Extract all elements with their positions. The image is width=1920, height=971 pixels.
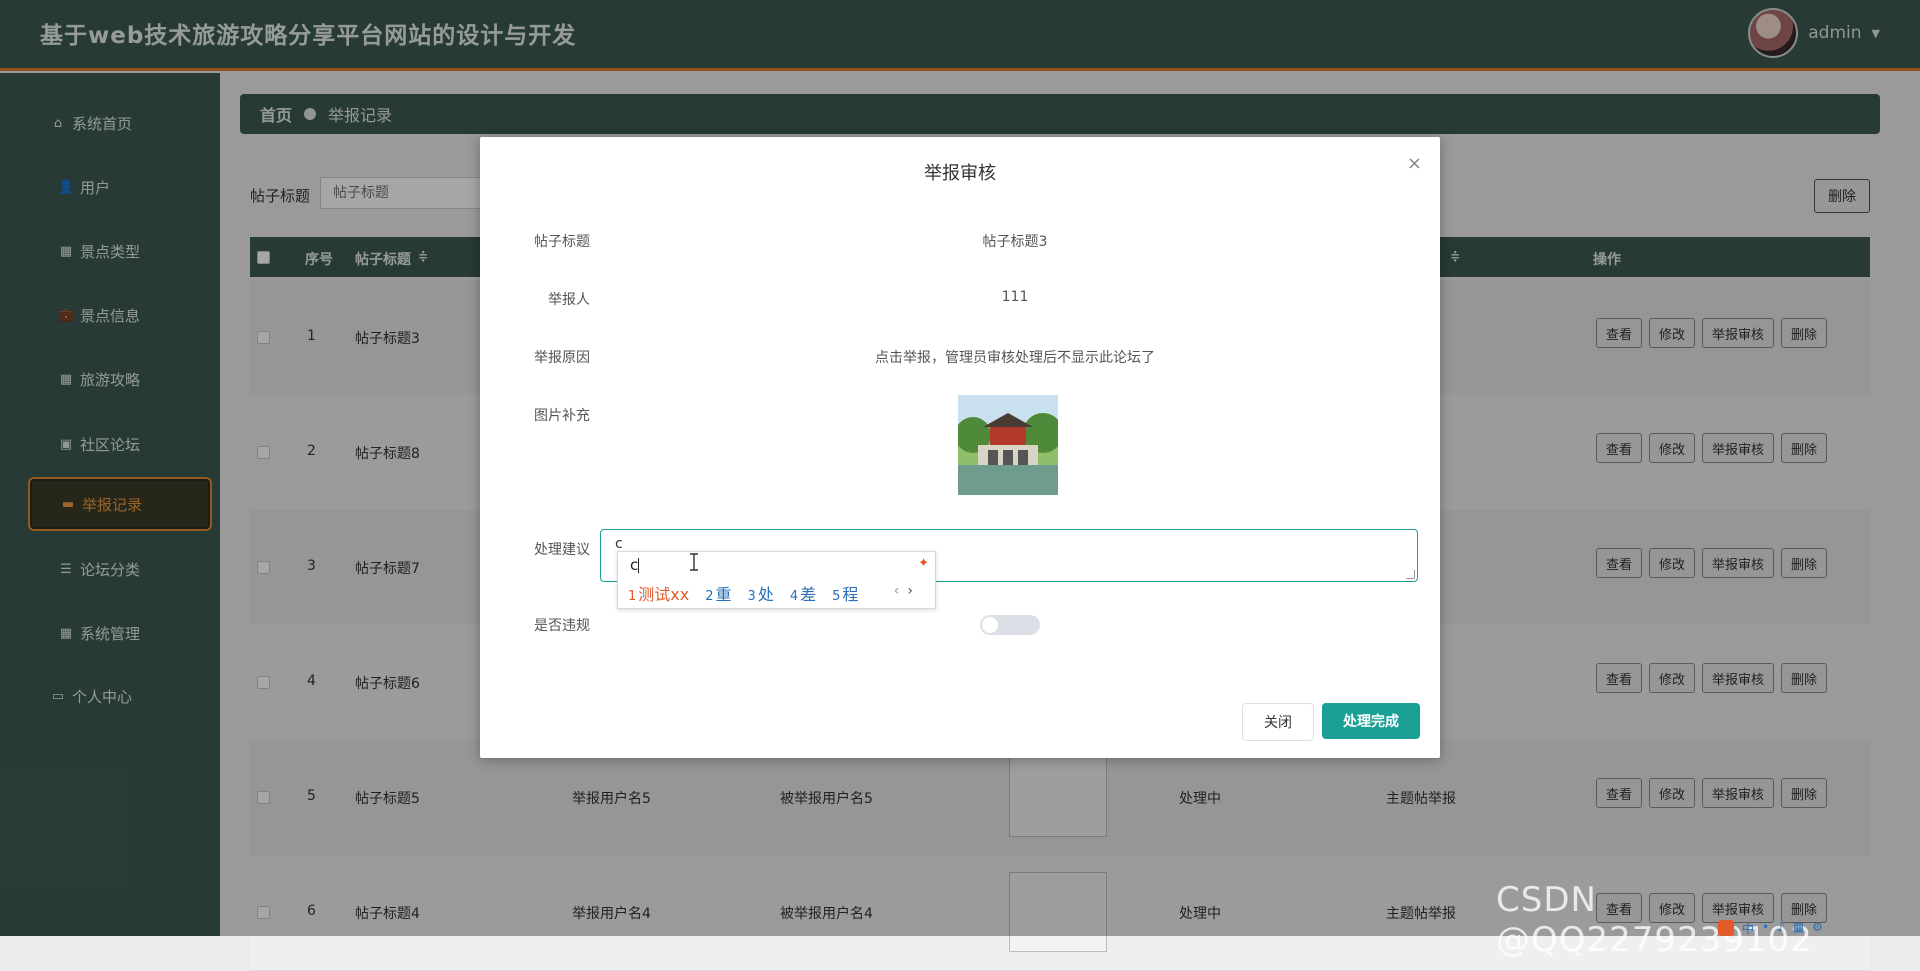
candidate-text: 差 bbox=[800, 585, 817, 604]
violation-toggle[interactable] bbox=[980, 615, 1040, 635]
ime-pager: ‹ › bbox=[894, 583, 913, 599]
tray-icon[interactable]: • bbox=[1762, 920, 1769, 936]
ime-candidate[interactable]: 3处 bbox=[748, 581, 774, 605]
ime-candidate-popup: c ✦ 1 测试xx 2重 3处 4差 5程 ‹ › bbox=[617, 551, 936, 609]
candidate-text: 测试xx bbox=[638, 585, 690, 604]
chevron-right-icon[interactable]: › bbox=[907, 583, 913, 599]
close-icon[interactable]: × bbox=[1407, 153, 1422, 174]
candidate-number: 5 bbox=[832, 589, 841, 604]
reporter-label: 举报人 bbox=[548, 292, 590, 308]
resize-handle-icon[interactable] bbox=[1406, 570, 1415, 579]
ime-candidates: 1 测试xx 2重 3处 4差 5程 bbox=[628, 581, 858, 605]
caret bbox=[638, 558, 640, 573]
post-title-label: 帖子标题 bbox=[534, 234, 590, 250]
reporter-value: 111 bbox=[1001, 289, 1029, 305]
ime-tray-logo-icon[interactable] bbox=[1718, 920, 1734, 936]
tray-icon[interactable]: 中 bbox=[1742, 920, 1754, 936]
keyboard-icon[interactable]: ▦ bbox=[1793, 920, 1804, 936]
report-image[interactable] bbox=[958, 395, 1058, 495]
ime-candidate[interactable]: 5程 bbox=[832, 581, 858, 605]
done-button[interactable]: 处理完成 bbox=[1322, 703, 1420, 739]
pavilion-image bbox=[958, 395, 1058, 495]
microphone-icon[interactable]: ♪ bbox=[1777, 920, 1785, 936]
candidate-text: 处 bbox=[757, 585, 774, 604]
candidate-number: 4 bbox=[789, 589, 799, 604]
text-cursor-icon bbox=[690, 553, 698, 571]
system-tray: 中 • ♪ ▦ ⚙ bbox=[1718, 920, 1918, 936]
reason-label: 举报原因 bbox=[534, 350, 590, 366]
candidate-number: 1 bbox=[628, 589, 637, 604]
candidate-text: 重 bbox=[715, 585, 732, 604]
candidate-number: 3 bbox=[747, 589, 756, 604]
post-title-value: 帖子标题3 bbox=[982, 234, 1048, 250]
candidate-text: 程 bbox=[842, 585, 859, 604]
report-review-dialog: 举报审核 × 帖子标题 帖子标题3 举报人 111 举报原因 点击举报，管理员审… bbox=[480, 137, 1440, 758]
settings-icon[interactable]: ⚙ bbox=[1812, 920, 1823, 936]
ime-candidate[interactable]: 2重 bbox=[705, 581, 731, 605]
close-button[interactable]: 关闭 bbox=[1242, 703, 1314, 741]
violation-label: 是否违规 bbox=[534, 618, 590, 634]
toggle-knob bbox=[982, 617, 998, 633]
dialog-title: 举报审核 bbox=[924, 163, 996, 184]
image-label: 图片补充 bbox=[534, 408, 590, 424]
suggestion-label: 处理建议 bbox=[534, 542, 590, 558]
ime-candidate[interactable]: 1 测试xx bbox=[628, 581, 689, 605]
candidate-number: 2 bbox=[705, 589, 714, 604]
chevron-left-icon[interactable]: ‹ bbox=[894, 583, 900, 599]
suggestion-text: c bbox=[615, 536, 623, 552]
ime-composition: c bbox=[630, 556, 640, 574]
reason-value: 点击举报，管理员审核处理后不显示此论坛了 bbox=[875, 350, 1155, 366]
ime-logo-icon: ✦ bbox=[918, 556, 929, 571]
ime-candidate[interactable]: 4差 bbox=[790, 581, 816, 605]
ime-composition-text: c bbox=[630, 556, 639, 574]
